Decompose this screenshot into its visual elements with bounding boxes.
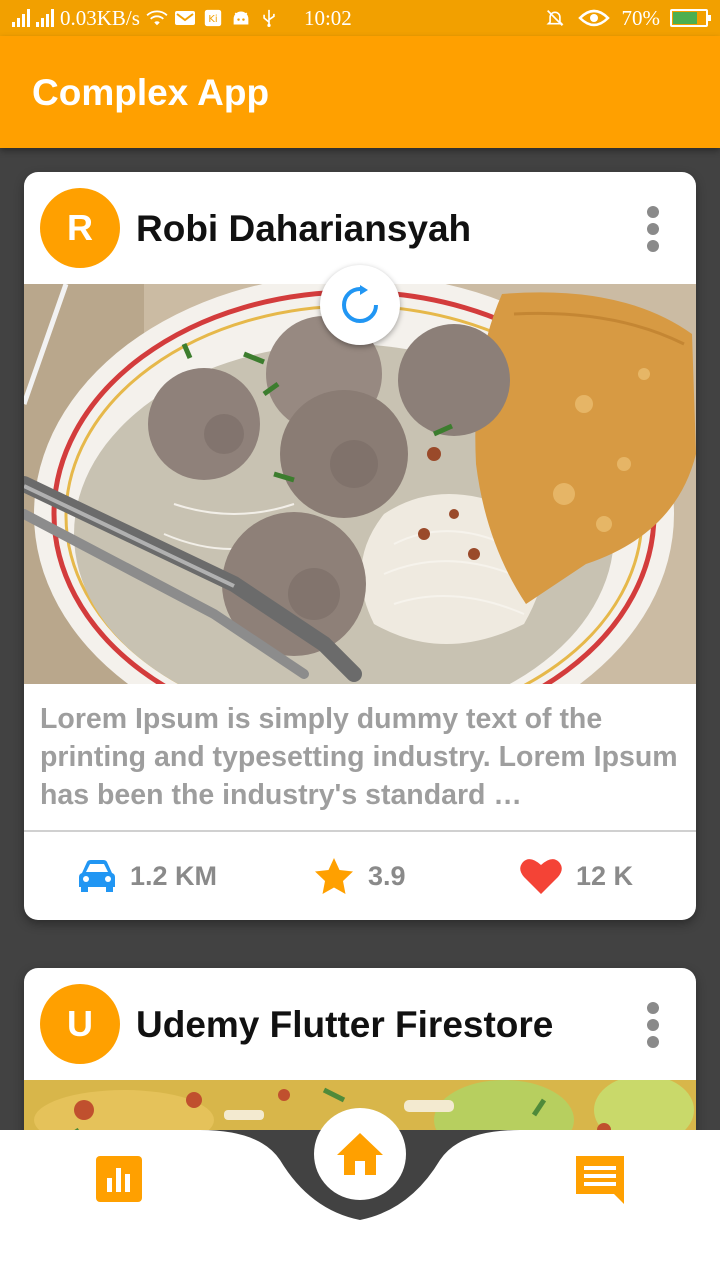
- author-name: Udemy Flutter Firestore: [136, 1004, 554, 1045]
- mute-icon: [545, 10, 564, 26]
- distance-stat[interactable]: 1.2 KM: [78, 832, 217, 920]
- android-icon: [233, 11, 249, 25]
- chat-nav-button[interactable]: [574, 1154, 626, 1206]
- home-nav-button[interactable]: [314, 1108, 406, 1200]
- usb-icon: [263, 9, 275, 27]
- avatar[interactable]: R: [40, 188, 120, 268]
- loading-indicator: [320, 265, 400, 345]
- refresh-icon: [342, 285, 378, 323]
- likes-stat[interactable]: 12 K: [520, 832, 633, 920]
- rating-stat[interactable]: 3.9: [314, 832, 406, 920]
- wifi-icon: [146, 10, 168, 26]
- author-name: Robi Dahariansyah: [136, 208, 472, 249]
- battery-percent: 70%: [621, 5, 661, 30]
- heart-icon: [520, 859, 562, 894]
- stats-nav-button[interactable]: [96, 1156, 142, 1202]
- home-icon: [337, 1133, 383, 1175]
- stats-row: 1.2 KM 3.9 12 K: [24, 832, 696, 920]
- battery-icon: [670, 9, 711, 27]
- bar-chart-icon: [96, 1156, 142, 1202]
- network-speed: 0.03KB/s: [60, 5, 140, 30]
- distance-value: 1.2 KM: [130, 860, 218, 891]
- chat-icon: [576, 1156, 624, 1204]
- car-icon: [79, 860, 115, 892]
- status-bar: 0.03KB/s Ki 10:02 70%: [0, 0, 720, 36]
- likes-value: 12 K: [576, 860, 634, 891]
- post-description: Lorem Ipsum is simply dummy text of the …: [40, 703, 678, 811]
- card-header: U Udemy Flutter Firestore: [24, 968, 696, 1080]
- eye-icon: [577, 9, 610, 27]
- more-vert-icon[interactable]: [646, 206, 660, 252]
- signal-icon: [36, 9, 54, 27]
- star-icon: [315, 858, 353, 894]
- signal-icon: [12, 9, 30, 27]
- app-title: Complex App: [32, 72, 270, 113]
- rating-value: 3.9: [368, 860, 406, 891]
- more-vert-icon[interactable]: [646, 1002, 660, 1048]
- clock: 10:02: [303, 5, 352, 30]
- app-icon: Ki: [204, 9, 222, 27]
- avatar[interactable]: U: [40, 984, 120, 1064]
- post-card[interactable]: R Robi Dahariansyah Lorem Ipsum is simpl…: [24, 172, 696, 920]
- mail-icon: [174, 11, 195, 25]
- svg-text:Ki: Ki: [208, 14, 217, 25]
- app-bar: Complex App: [0, 36, 720, 148]
